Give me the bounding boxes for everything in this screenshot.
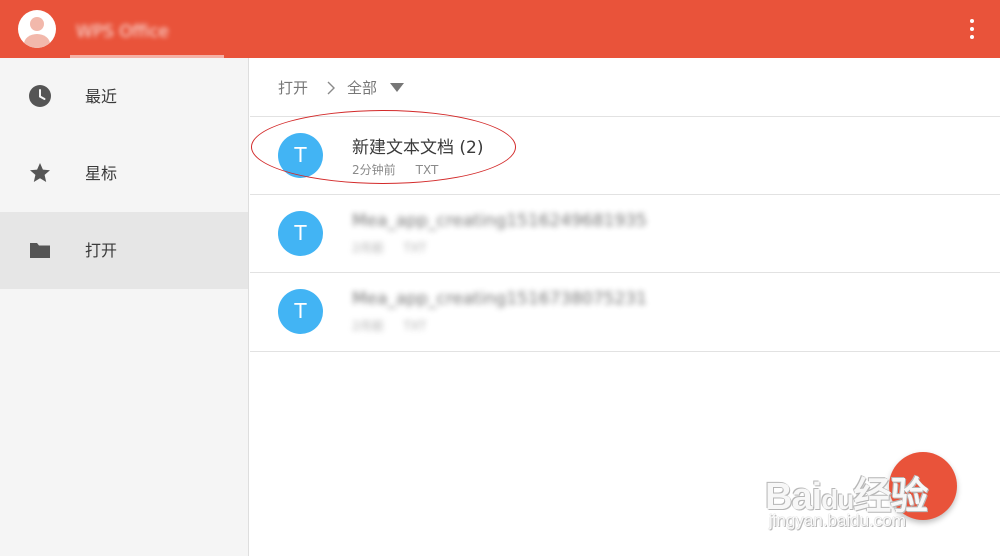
- folder-icon: [30, 243, 50, 258]
- sidebar-item-label: 星标: [85, 164, 118, 183]
- file-time: 2分钟前: [352, 163, 396, 177]
- chevron-right-icon: [327, 81, 335, 95]
- file-name: 新建文本文档 (2): [352, 138, 484, 158]
- add-file-button[interactable]: [889, 452, 957, 520]
- txt-file-icon: T: [278, 211, 323, 256]
- sidebar: 最近 星标 打开: [0, 58, 249, 556]
- divider: [250, 351, 1000, 352]
- file-list-item[interactable]: T Mea_app_creating1516738075231 2月前 TXT: [250, 273, 1000, 350]
- breadcrumb-root[interactable]: 打开: [278, 70, 308, 106]
- file-meta: 2分钟前 TXT: [352, 161, 438, 178]
- star-icon: [30, 163, 50, 182]
- clock-icon: [29, 85, 51, 107]
- file-meta: 2月前 TXT: [352, 239, 426, 256]
- txt-file-icon: T: [278, 289, 323, 334]
- caret-down-icon[interactable]: [390, 83, 404, 93]
- file-list-item[interactable]: T Mea_app_creating1516249681935 2月前 TXT: [250, 195, 1000, 272]
- file-time: 2月前: [352, 319, 384, 333]
- sidebar-item-recent[interactable]: 最近: [0, 58, 248, 135]
- sidebar-item-starred[interactable]: 星标: [0, 135, 248, 212]
- breadcrumb-current[interactable]: 全部: [347, 70, 377, 106]
- file-meta: 2月前 TXT: [352, 317, 426, 334]
- sidebar-item-open[interactable]: 打开: [0, 212, 248, 289]
- user-avatar-icon[interactable]: [18, 10, 56, 48]
- file-name: Mea_app_creating1516738075231: [352, 289, 647, 309]
- watermark-url: jingyan.baidu.com: [769, 511, 907, 530]
- txt-file-icon: T: [278, 133, 323, 178]
- app-title: WPS Office: [76, 22, 169, 42]
- sidebar-item-label: 最近: [85, 87, 118, 106]
- file-name: Mea_app_creating1516249681935: [352, 211, 647, 231]
- more-vert-icon[interactable]: [958, 14, 986, 44]
- file-type: TXT: [403, 241, 427, 255]
- file-list-item[interactable]: T 新建文本文档 (2) 2分钟前 TXT: [250, 117, 1000, 194]
- file-type: TXT: [415, 163, 439, 177]
- sidebar-item-label: 打开: [85, 241, 118, 260]
- file-type: TXT: [403, 319, 427, 333]
- breadcrumb: 打开 全部: [278, 70, 978, 106]
- app-bar: WPS Office: [0, 0, 1000, 58]
- file-time: 2月前: [352, 241, 384, 255]
